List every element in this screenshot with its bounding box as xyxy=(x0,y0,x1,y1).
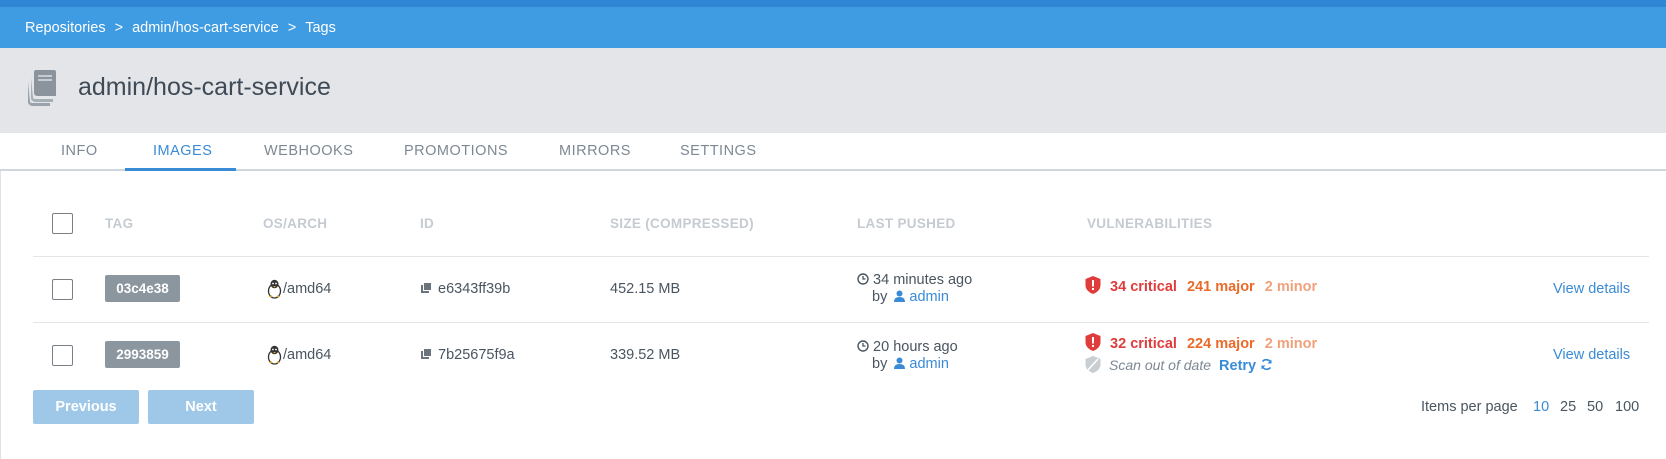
row-divider xyxy=(33,256,1649,257)
items-per-page-label: Items per page xyxy=(1421,399,1518,415)
minor-count: 2 minor xyxy=(1264,279,1318,295)
repo-header: admin/hos-cart-service xyxy=(0,48,1666,133)
items-per-page-25[interactable]: 25 xyxy=(1560,399,1576,415)
minor-count: 2 minor xyxy=(1264,336,1318,352)
layers-icon xyxy=(421,283,431,294)
next-button[interactable]: Next xyxy=(148,390,254,424)
breadcrumb-repo[interactable]: admin/hos-cart-service xyxy=(132,20,279,36)
retry-scan-link[interactable]: Retry xyxy=(1219,358,1256,374)
view-details-link[interactable]: View details xyxy=(1553,347,1630,363)
os-arch-value: /amd64 xyxy=(283,280,332,297)
top-strip xyxy=(0,0,1666,7)
shield-outdated-icon xyxy=(1085,356,1101,374)
books-stack-icon xyxy=(28,70,56,106)
items-per-page-100[interactable]: 100 xyxy=(1615,399,1639,415)
pushed-by-label: by xyxy=(872,289,888,305)
breadcrumb-repositories[interactable]: Repositories xyxy=(25,20,106,36)
user-icon xyxy=(894,290,906,302)
tab-info[interactable]: INFO xyxy=(61,143,98,159)
tab-mirrors[interactable]: MIRRORS xyxy=(559,143,631,159)
linux-penguin-icon xyxy=(267,279,282,299)
user-icon xyxy=(894,357,906,369)
select-all-checkbox[interactable] xyxy=(52,213,73,234)
column-header-vulnerabilities: VULNERABILITIES xyxy=(1087,216,1213,231)
major-count: 224 major xyxy=(1186,336,1255,352)
os-arch-value: /amd64 xyxy=(283,346,332,363)
scan-status: Scan out of date xyxy=(1109,357,1211,373)
column-header-tag[interactable]: TAG xyxy=(105,216,133,231)
breadcrumb-current: Tags xyxy=(305,19,336,36)
view-details-link[interactable]: View details xyxy=(1553,281,1630,297)
critical-shield-icon xyxy=(1085,276,1101,295)
content-border xyxy=(0,171,1,459)
pushed-time: 20 hours ago xyxy=(873,339,958,355)
pushed-by-user-link[interactable]: admin xyxy=(909,289,949,305)
tab-webhooks[interactable]: WEBHOOKS xyxy=(264,143,353,159)
previous-button[interactable]: Previous xyxy=(33,390,139,424)
breadcrumb-separator: > xyxy=(114,19,124,36)
linux-penguin-icon xyxy=(267,345,282,365)
layers-icon xyxy=(421,349,431,360)
major-count: 241 major xyxy=(1186,279,1255,295)
breadcrumb-separator: > xyxy=(287,19,297,36)
tab-bar: INFO IMAGES WEBHOOKS PROMOTIONS MIRRORS … xyxy=(0,133,1666,171)
row-checkbox[interactable] xyxy=(52,345,73,366)
page-title: admin/hos-cart-service xyxy=(78,73,331,101)
active-tab-indicator xyxy=(125,168,236,171)
image-size: 339.52 MB xyxy=(610,347,681,363)
pushed-by-label: by xyxy=(872,356,888,372)
critical-shield-icon xyxy=(1085,333,1101,352)
critical-count: 32 critical xyxy=(1110,336,1177,352)
tag-badge: 03c4e38 xyxy=(105,275,180,302)
pushed-time: 34 minutes ago xyxy=(873,272,973,288)
critical-count: 34 critical xyxy=(1110,279,1177,295)
breadcrumb: Repositories > admin/hos-cart-service > … xyxy=(0,7,1666,48)
row-checkbox[interactable] xyxy=(52,279,73,300)
clock-icon xyxy=(857,272,869,285)
clock-icon xyxy=(857,339,869,352)
row-divider xyxy=(33,322,1649,323)
tag-badge: 2993859 xyxy=(105,341,180,368)
refresh-icon[interactable] xyxy=(1260,358,1273,371)
column-header-last-pushed[interactable]: LAST PUSHED xyxy=(857,216,956,231)
image-size: 452.15 MB xyxy=(610,281,681,297)
items-per-page-50[interactable]: 50 xyxy=(1587,399,1603,415)
items-per-page-10[interactable]: 10 xyxy=(1533,399,1549,415)
column-header-os-arch: OS/ARCH xyxy=(263,216,328,231)
image-id: e6343ff39b xyxy=(438,281,511,297)
column-header-size[interactable]: SIZE (COMPRESSED) xyxy=(610,216,754,231)
tab-promotions[interactable]: PROMOTIONS xyxy=(404,143,508,159)
tab-settings[interactable]: SETTINGS xyxy=(680,143,757,159)
pushed-by-user-link[interactable]: admin xyxy=(909,356,949,372)
image-id: 7b25675f9a xyxy=(438,347,515,363)
tab-images[interactable]: IMAGES xyxy=(153,143,212,159)
column-header-id: ID xyxy=(420,216,435,231)
